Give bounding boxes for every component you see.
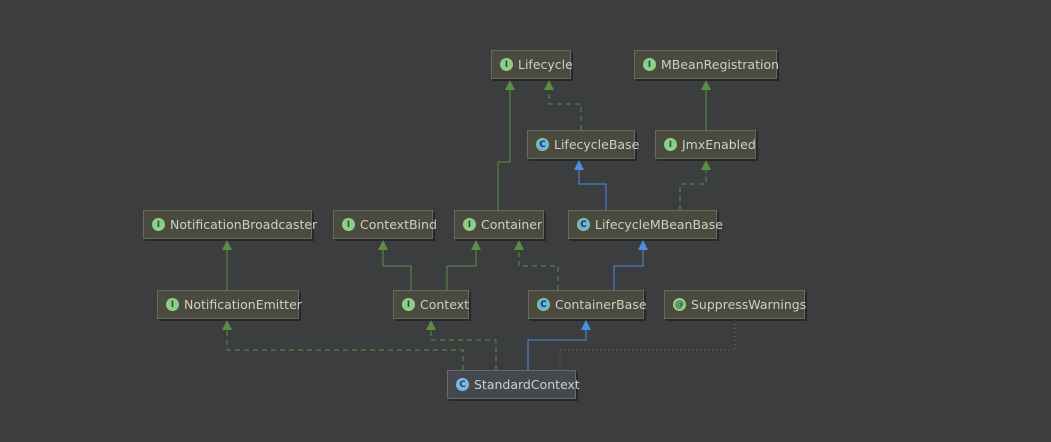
arrowhead-standardcontext-to-notificationemitter (222, 320, 232, 330)
node-label: SuppressWarnings (691, 297, 807, 312)
edge-standardcontext-to-containerbase (527, 320, 587, 370)
arrowhead-lifecyclembeanbase-to-lifecyclebase (574, 160, 584, 170)
interface-icon: I (402, 298, 415, 311)
node-containerbase[interactable]: C ContainerBase (528, 290, 647, 319)
node-notificationemitter[interactable]: I NotificationEmitter (157, 290, 302, 319)
node-notificationbroadcaster[interactable]: I NotificationBroadcaster (143, 210, 317, 239)
node-label: NotificationBroadcaster (170, 217, 318, 232)
node-label: ContextBind (360, 217, 437, 232)
class-icon: C (456, 378, 469, 391)
annotation-icon: @ (673, 298, 686, 311)
interface-icon: I (664, 138, 677, 151)
node-label: LifecycleMBeanBase (595, 217, 723, 232)
edge-container-to-lifecycle (497, 80, 511, 210)
node-label: Context (420, 297, 469, 312)
edge-lifecyclembeanbase-to-jmxenabled (679, 160, 707, 210)
node-jmxenabled[interactable]: I JmxEnabled (655, 130, 756, 159)
node-contextbind[interactable]: I ContextBind (333, 210, 437, 239)
node-label: StandardContext (474, 377, 580, 392)
node-mbeanregistration[interactable]: I MBeanRegistration (634, 50, 780, 79)
interface-icon: I (166, 298, 179, 311)
edge-context-to-container (446, 240, 477, 290)
interface-icon: I (152, 218, 165, 231)
node-context[interactable]: I Context (393, 290, 469, 319)
arrowhead-jmxenabled-to-mbeanregistration (701, 80, 711, 90)
edge-lifecyclembeanbase-to-lifecyclebase (578, 160, 607, 210)
arrowhead-standardcontext-to-containerbase (581, 320, 591, 330)
interface-icon: I (342, 218, 355, 231)
node-label: ContainerBase (555, 297, 647, 312)
node-label: NotificationEmitter (184, 297, 302, 312)
node-label: JmxEnabled (682, 137, 756, 152)
arrowhead-notificationemitter-to-notificationbroadcaster (222, 240, 232, 250)
node-label: Container (481, 217, 543, 232)
node-label: LifecycleBase (554, 137, 640, 152)
interface-icon: I (500, 58, 513, 71)
node-label: MBeanRegistration (661, 57, 780, 72)
abstract-class-icon: C (577, 218, 590, 231)
arrowhead-containerbase-to-lifecyclembeanbase (638, 240, 648, 250)
edge-lifecyclebase-to-lifecycle (548, 80, 582, 130)
node-lifecycle[interactable]: I Lifecycle (491, 50, 573, 79)
arrowhead-lifecyclembeanbase-to-jmxenabled (701, 160, 711, 170)
edge-standardcontext-to-context (430, 320, 497, 370)
node-standardcontext[interactable]: C StandardContext (447, 370, 580, 399)
edge-containerbase-to-container (518, 240, 559, 290)
arrowhead-lifecyclebase-to-lifecycle (544, 80, 554, 90)
edge-context-to-contextbind (382, 240, 412, 290)
arrowhead-context-to-contextbind (378, 240, 388, 250)
node-label: Lifecycle (518, 57, 573, 72)
arrowhead-context-to-container (471, 240, 481, 250)
node-lifecyclebase[interactable]: C LifecycleBase (527, 130, 639, 159)
abstract-class-icon: C (537, 298, 550, 311)
abstract-class-icon: C (536, 138, 549, 151)
node-suppresswarnings[interactable]: @ SuppressWarnings (664, 290, 807, 319)
node-lifecyclembeanbase[interactable]: C LifecycleMBeanBase (568, 210, 723, 239)
interface-icon: I (643, 58, 656, 71)
node-container[interactable]: I Container (454, 210, 544, 239)
interface-icon: I (463, 218, 476, 231)
arrowhead-container-to-lifecycle (505, 80, 515, 90)
arrowhead-standardcontext-to-context (426, 320, 436, 330)
edge-containerbase-to-lifecyclembeanbase (613, 240, 644, 290)
uml-diagram-canvas: I Lifecycle I MBeanRegistration C Lifecy… (0, 0, 1051, 442)
arrowhead-containerbase-to-container (514, 240, 524, 250)
